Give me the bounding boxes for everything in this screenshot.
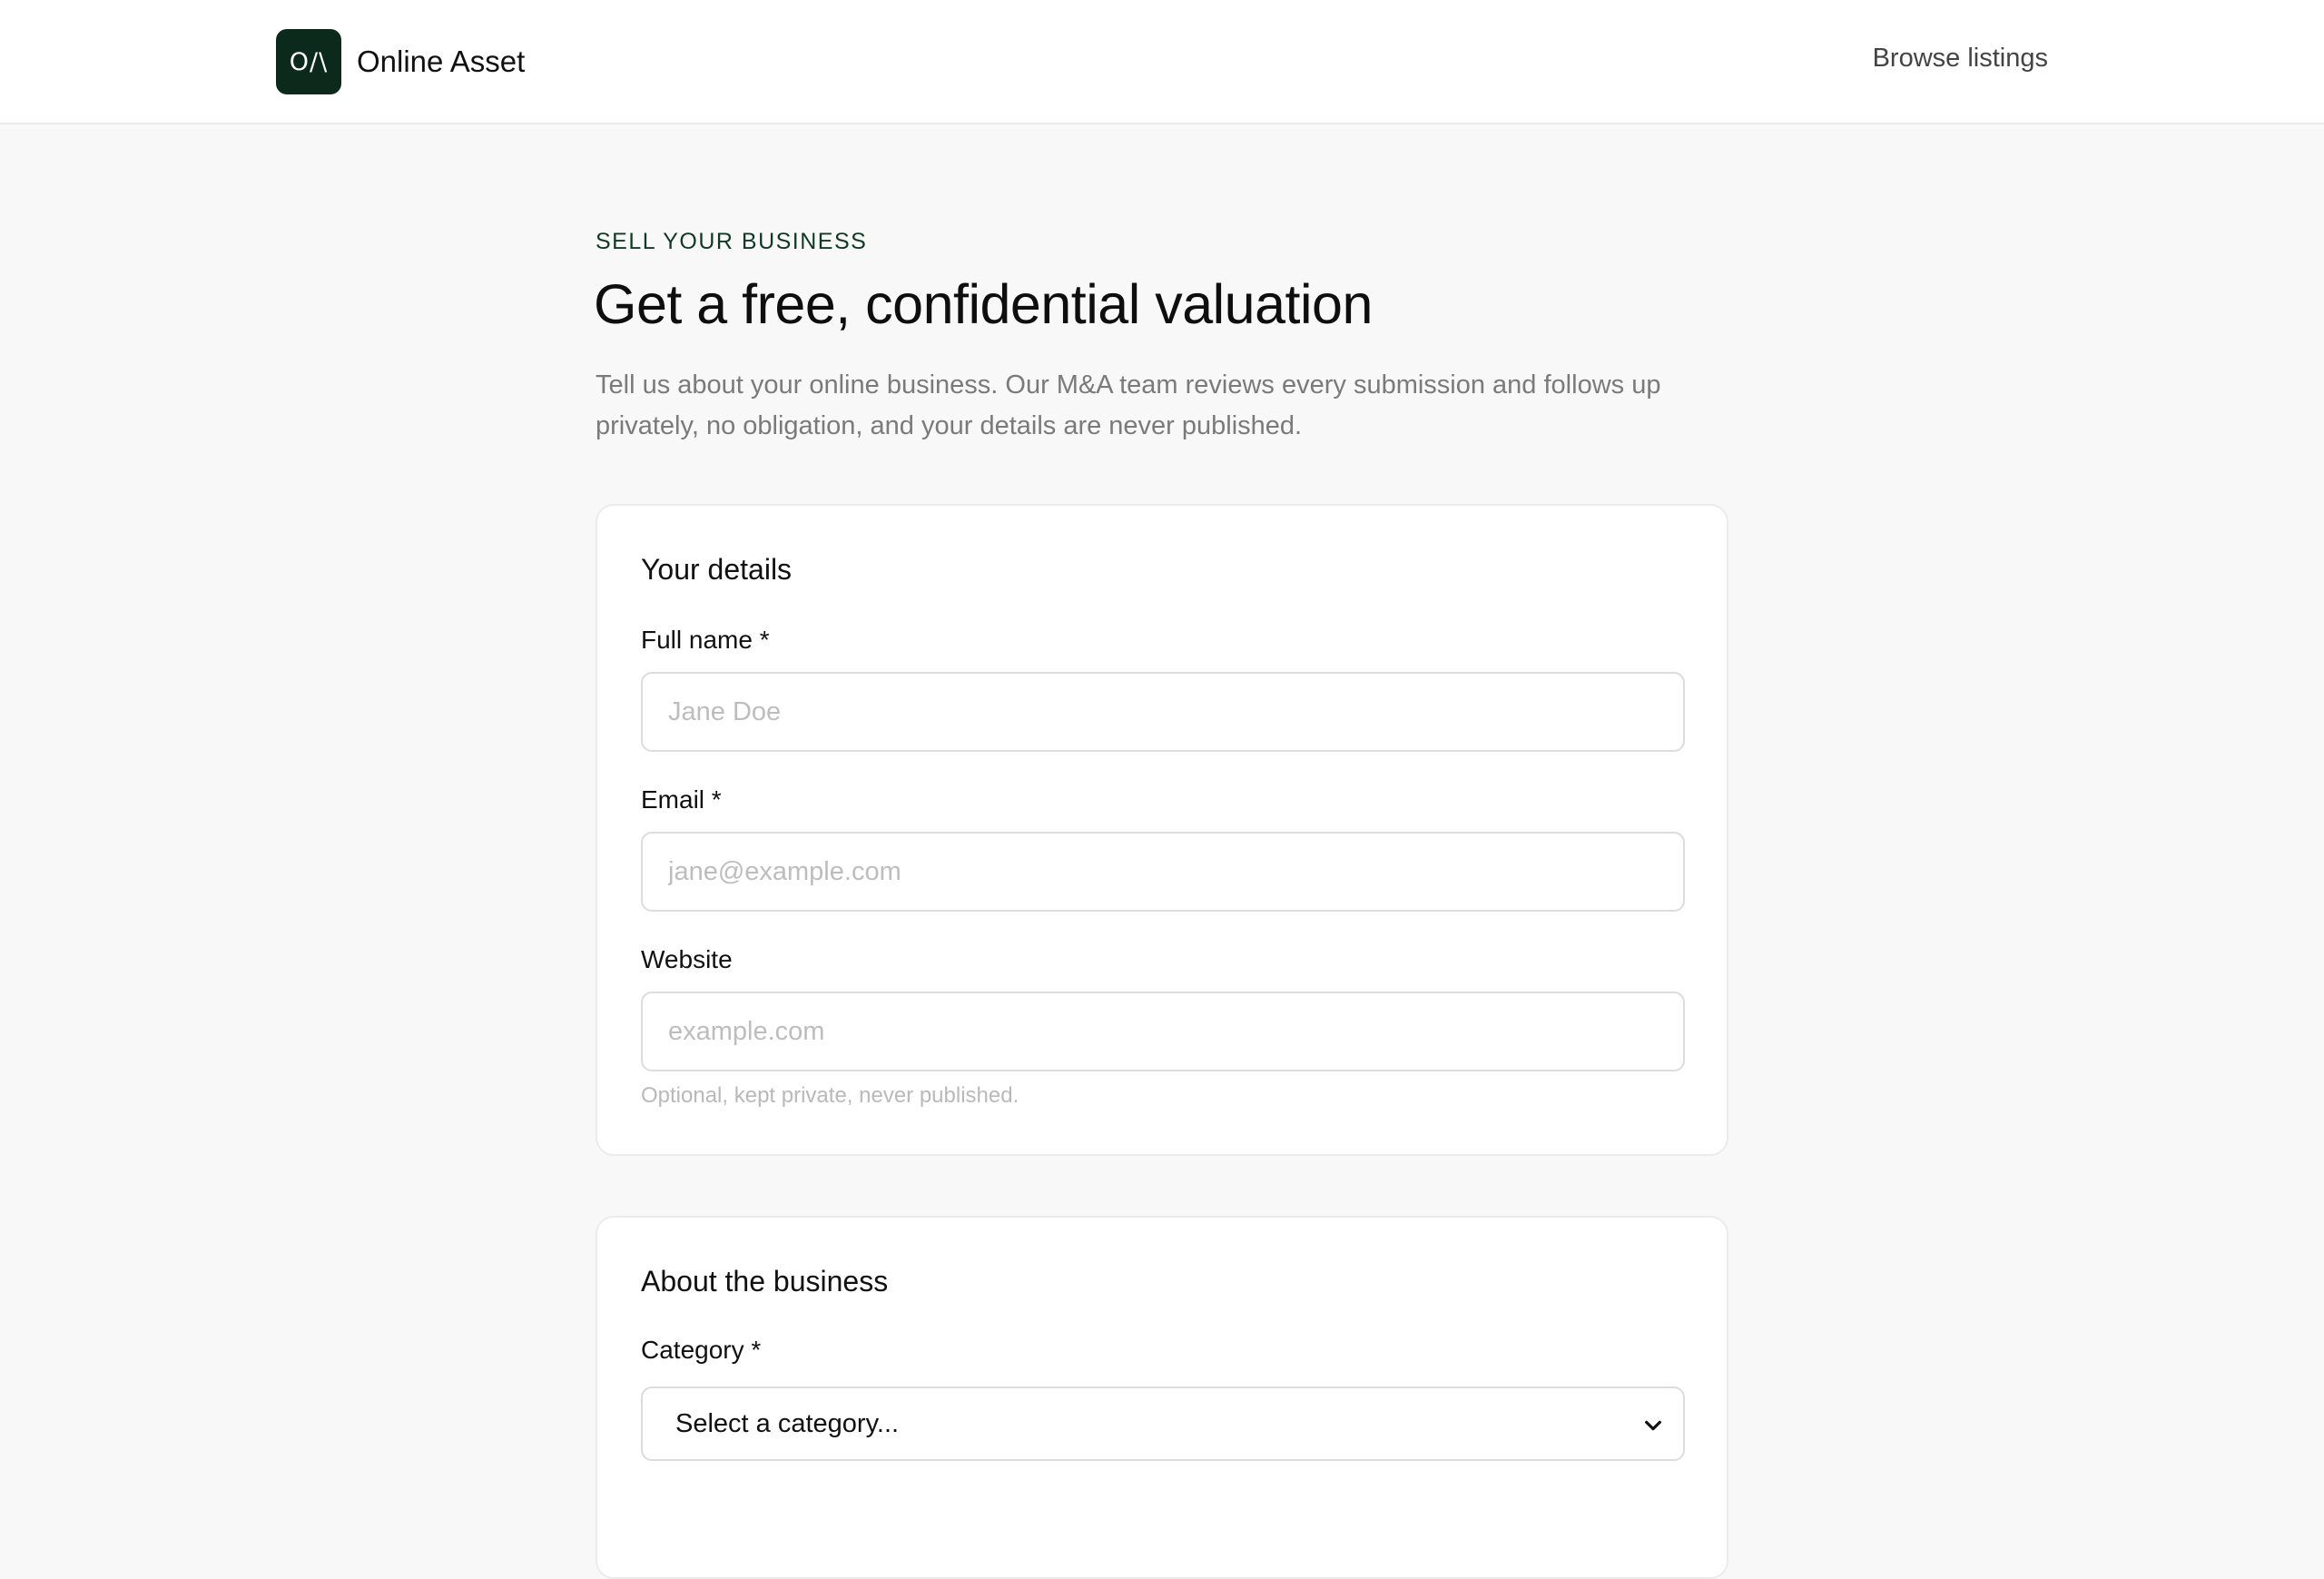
about-business-heading: About the business xyxy=(641,1265,889,1298)
page-title: Get a free, confidential valuation xyxy=(594,273,1373,335)
full-name-input[interactable] xyxy=(641,672,1685,752)
chevron-down-icon xyxy=(1645,1420,1661,1431)
email-input[interactable] xyxy=(641,832,1685,912)
top-navigation-bar: O/\ Online Asset Browse listings xyxy=(0,0,2324,124)
intro-text: Tell us about your online business. Our … xyxy=(596,370,1661,440)
website-hint: Optional, kept private, never published. xyxy=(641,1083,1019,1108)
logo-mark: O/\ xyxy=(276,29,341,94)
full-name-label: Full name * xyxy=(641,626,770,654)
about-business-card: About the business Category * Select a c… xyxy=(596,1216,1728,1579)
browse-listings-link[interactable]: Browse listings xyxy=(1873,44,2048,74)
category-label: Category * xyxy=(641,1336,762,1364)
section-eyebrow: SELL YOUR BUSINESS xyxy=(596,229,868,254)
brand-logo-link[interactable]: O/\ Online Asset xyxy=(276,29,525,94)
email-label: Email * xyxy=(641,785,722,814)
your-details-card: Your details Full name * Email * Website… xyxy=(596,504,1728,1156)
your-details-heading: Your details xyxy=(641,553,793,586)
website-label: Website xyxy=(641,945,733,973)
category-select[interactable]: Select a category... xyxy=(641,1387,1685,1461)
website-input[interactable] xyxy=(641,992,1685,1071)
category-selected-value: Select a category... xyxy=(675,1408,900,1438)
brand-name: Online Asset xyxy=(357,44,526,78)
